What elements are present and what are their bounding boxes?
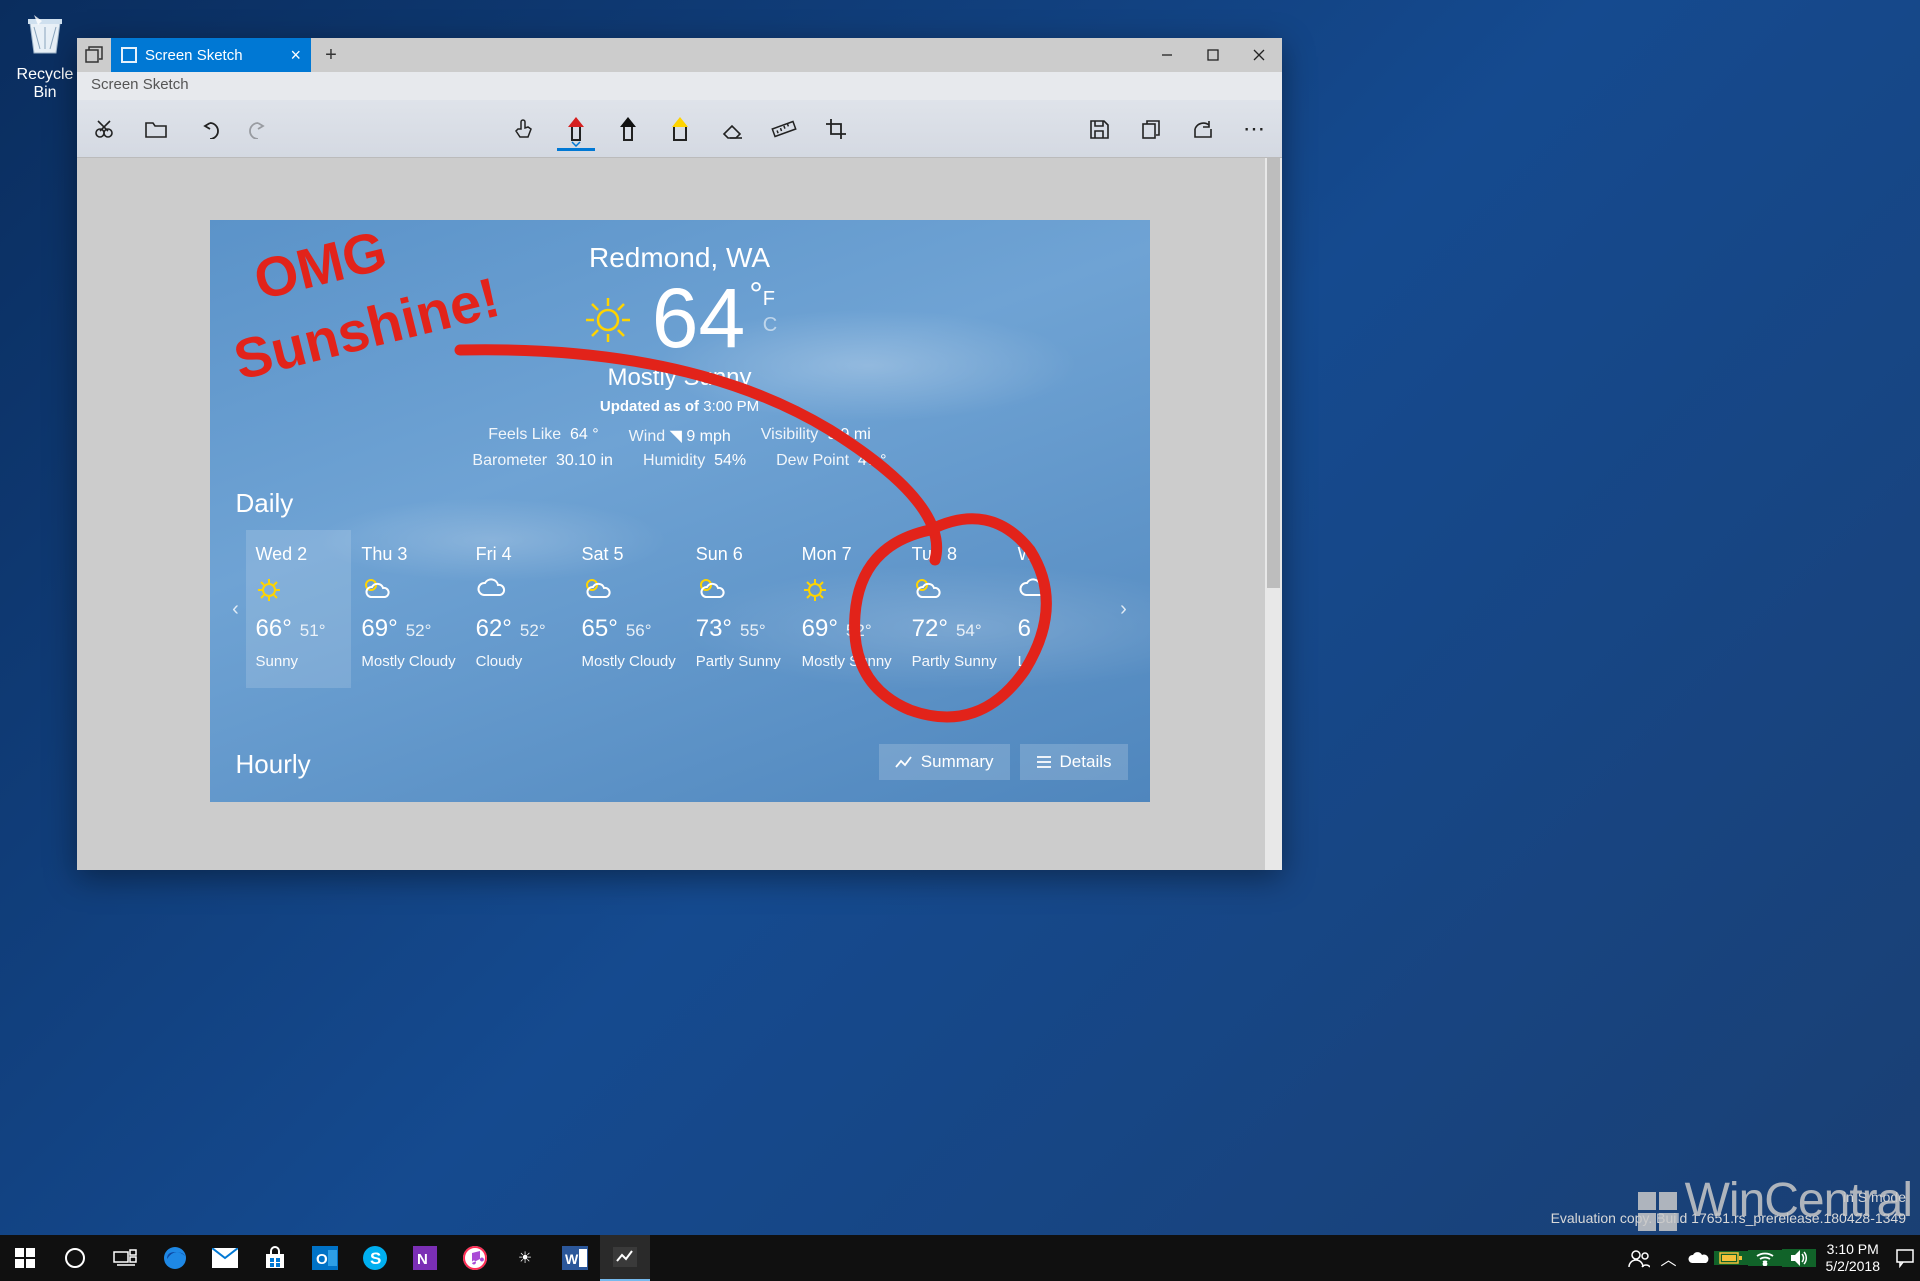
screenshot-content: Redmond, WA 64 ° F C Mostly Sunny Update… bbox=[210, 220, 1150, 802]
ballpoint-pen-button[interactable] bbox=[563, 108, 589, 150]
cortana-button[interactable] bbox=[50, 1235, 100, 1281]
screen-sketch-window: Screen Sketch × + Screen Sketch bbox=[77, 38, 1282, 870]
system-tray: ︿ 3:10 PM5/2/2018 bbox=[1624, 1235, 1920, 1281]
day-card[interactable]: Mon 769°52°Mostly Sunny bbox=[792, 530, 902, 688]
day-card[interactable]: Sat 565°56°Mostly Cloudy bbox=[572, 530, 686, 688]
condition: Mostly Sunny bbox=[210, 364, 1150, 392]
undo-button[interactable] bbox=[195, 108, 221, 150]
svg-text:S: S bbox=[370, 1249, 381, 1268]
current-temp: 64 bbox=[652, 276, 745, 360]
weather-stats: Feels Like 64 ° Wind ◥ 9 mph Visibility … bbox=[210, 426, 1150, 476]
new-tab-button[interactable]: + bbox=[311, 38, 351, 72]
daily-forecast: ‹ Wed 266°51°SunnyThu 369°52°Mostly Clou… bbox=[226, 530, 1134, 688]
redo-button[interactable] bbox=[247, 108, 273, 150]
minimize-button[interactable] bbox=[1144, 38, 1190, 72]
start-button[interactable] bbox=[0, 1235, 50, 1281]
tray-chevron-up-icon[interactable]: ︿ bbox=[1654, 1246, 1684, 1270]
onedrive-tray-icon[interactable] bbox=[1684, 1251, 1714, 1265]
day-card[interactable]: Thu 369°52°Mostly Cloudy bbox=[351, 530, 465, 688]
brand-watermark: WinCentral bbox=[1638, 1173, 1912, 1231]
crop-button[interactable] bbox=[823, 108, 849, 150]
taskbar: O S N ☀ W ︿ 3:10 PM5/2/2018 bbox=[0, 1235, 1920, 1281]
app-title: Screen Sketch bbox=[77, 72, 1282, 100]
updated: Updated as of 3:00 PM bbox=[210, 398, 1150, 415]
screen-sketch-taskbar-icon[interactable] bbox=[600, 1235, 650, 1281]
recycle-bin[interactable]: Recycle Bin bbox=[10, 6, 80, 102]
weather-app-icon[interactable]: ☀ bbox=[500, 1235, 550, 1281]
volume-icon[interactable] bbox=[1782, 1249, 1816, 1267]
day-card[interactable]: Wed 266°51°Sunny bbox=[246, 530, 352, 688]
tab-screen-sketch[interactable]: Screen Sketch × bbox=[111, 38, 311, 72]
highlighter-button[interactable] bbox=[667, 108, 693, 150]
vertical-scrollbar[interactable] bbox=[1265, 158, 1282, 870]
recycle-bin-label: Recycle Bin bbox=[10, 66, 80, 102]
unit-f[interactable]: F bbox=[763, 286, 777, 312]
new-snip-button[interactable] bbox=[91, 108, 117, 150]
day-card[interactable]: Sun 673°55°Partly Sunny bbox=[686, 530, 792, 688]
close-button[interactable] bbox=[1236, 38, 1282, 72]
word-icon[interactable]: W bbox=[550, 1235, 600, 1281]
copy-button[interactable] bbox=[1138, 108, 1164, 150]
people-icon[interactable] bbox=[1624, 1248, 1654, 1268]
svg-text:N: N bbox=[417, 1251, 428, 1268]
battery-icon[interactable] bbox=[1714, 1251, 1748, 1265]
touch-writing-button[interactable] bbox=[511, 108, 537, 150]
maximize-button[interactable] bbox=[1190, 38, 1236, 72]
unit-c[interactable]: C bbox=[763, 312, 777, 338]
tab-close-icon[interactable]: × bbox=[290, 46, 301, 64]
recycle-bin-icon bbox=[17, 6, 73, 62]
itunes-icon[interactable] bbox=[450, 1235, 500, 1281]
action-center-icon[interactable] bbox=[1890, 1248, 1920, 1268]
share-button[interactable] bbox=[1190, 108, 1216, 150]
app-icon bbox=[121, 47, 137, 63]
toolbar: ⋯ bbox=[77, 100, 1282, 158]
sun-icon bbox=[582, 294, 634, 346]
location: Redmond, WA bbox=[210, 242, 1150, 274]
day-card[interactable]: Tue 872°54°Partly Sunny bbox=[902, 530, 1008, 688]
task-view-button[interactable] bbox=[100, 1235, 150, 1281]
onenote-icon[interactable]: N bbox=[400, 1235, 450, 1281]
mail-icon[interactable] bbox=[200, 1235, 250, 1281]
ruler-button[interactable] bbox=[771, 108, 797, 150]
next-days-button[interactable]: › bbox=[1114, 530, 1134, 688]
skype-icon[interactable]: S bbox=[350, 1235, 400, 1281]
chevron-down-icon bbox=[571, 141, 581, 147]
summary-button[interactable]: Summary bbox=[879, 744, 1010, 780]
store-icon[interactable] bbox=[250, 1235, 300, 1281]
tab-strip: Screen Sketch × + bbox=[77, 38, 1282, 72]
details-button[interactable]: Details bbox=[1020, 744, 1128, 780]
canvas-area[interactable]: Redmond, WA 64 ° F C Mostly Sunny Update… bbox=[77, 158, 1282, 870]
pencil-button[interactable] bbox=[615, 108, 641, 150]
svg-text:W: W bbox=[565, 1251, 579, 1267]
edge-icon[interactable] bbox=[150, 1235, 200, 1281]
tab-title: Screen Sketch bbox=[145, 47, 243, 64]
daily-heading: Daily bbox=[236, 488, 294, 519]
day-card[interactable]: Fri 462°52°Cloudy bbox=[466, 530, 572, 688]
more-button[interactable]: ⋯ bbox=[1242, 108, 1268, 150]
day-card[interactable]: W6L bbox=[1008, 530, 1114, 688]
wifi-icon[interactable] bbox=[1748, 1250, 1782, 1266]
svg-text:O: O bbox=[316, 1251, 328, 1268]
save-button[interactable] bbox=[1086, 108, 1112, 150]
prev-days-button[interactable]: ‹ bbox=[226, 530, 246, 688]
eraser-button[interactable] bbox=[719, 108, 745, 150]
clock[interactable]: 3:10 PM5/2/2018 bbox=[1816, 1241, 1891, 1275]
hourly-heading: Hourly bbox=[236, 749, 311, 780]
outlook-icon[interactable]: O bbox=[300, 1235, 350, 1281]
sets-button[interactable] bbox=[77, 38, 111, 72]
open-button[interactable] bbox=[143, 108, 169, 150]
